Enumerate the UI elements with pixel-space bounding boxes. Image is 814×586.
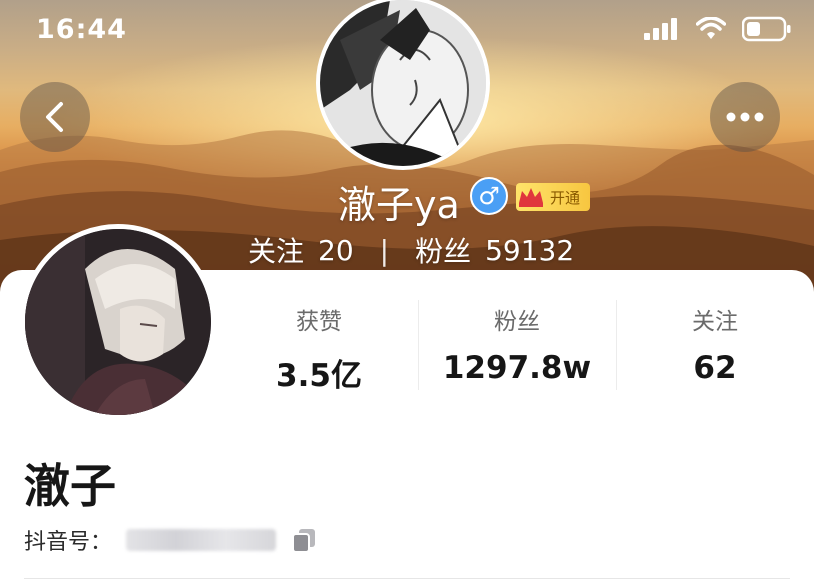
stat-label: 关注 xyxy=(692,309,738,335)
profile-stats: 获赞 3.5亿 粉丝 1297.8w 关注 62 xyxy=(220,300,814,394)
divider xyxy=(24,578,790,579)
avatar-illustration xyxy=(320,0,486,166)
stat-label: 粉丝 xyxy=(494,309,540,335)
banner-avatar[interactable] xyxy=(316,0,490,170)
avatar-illustration xyxy=(25,229,211,415)
profile-name: 澈子 xyxy=(24,459,116,513)
back-button[interactable] xyxy=(20,82,90,152)
account-id-row: 抖音号： xyxy=(24,524,318,556)
more-button[interactable] xyxy=(710,82,780,152)
wifi-icon xyxy=(696,17,726,39)
account-id-label: 抖音号： xyxy=(24,530,113,555)
battery-icon xyxy=(742,16,791,42)
stat-following[interactable]: 关注 62 xyxy=(616,300,814,390)
stat-value: 1297.8w xyxy=(442,350,592,386)
chevron-left-icon xyxy=(46,102,63,132)
vip-open-badge[interactable]: 开通 xyxy=(516,183,590,211)
account-id-value-blurred xyxy=(126,529,277,551)
stat-label: 获赞 xyxy=(296,309,342,335)
more-dots-icon xyxy=(726,112,764,122)
copy-icon[interactable] xyxy=(290,526,318,554)
banner-stats: 关注 20 | 粉丝 59132 xyxy=(248,230,574,270)
stat-likes[interactable]: 获赞 3.5亿 xyxy=(220,300,418,394)
banner-followers-label[interactable]: 粉丝 xyxy=(415,230,471,270)
banner-following-count[interactable]: 20 xyxy=(318,234,354,267)
stat-value: 3.5亿 xyxy=(276,358,362,394)
banner-following-label[interactable]: 关注 xyxy=(248,230,304,270)
banner-followers-count[interactable]: 59132 xyxy=(485,234,574,267)
vip-open-label: 开通 xyxy=(550,188,581,207)
signal-icon xyxy=(644,18,677,40)
crown-icon xyxy=(516,183,546,211)
banner-display-name: 澈子ya xyxy=(338,183,460,227)
stats-separator: | xyxy=(379,233,390,267)
status-icons xyxy=(644,16,792,42)
status-time: 16:44 xyxy=(36,14,127,45)
stat-followers[interactable]: 粉丝 1297.8w xyxy=(418,300,616,390)
profile-avatar[interactable] xyxy=(20,224,216,420)
stat-value: 62 xyxy=(693,350,737,386)
gender-badge: ♂ xyxy=(470,177,508,215)
